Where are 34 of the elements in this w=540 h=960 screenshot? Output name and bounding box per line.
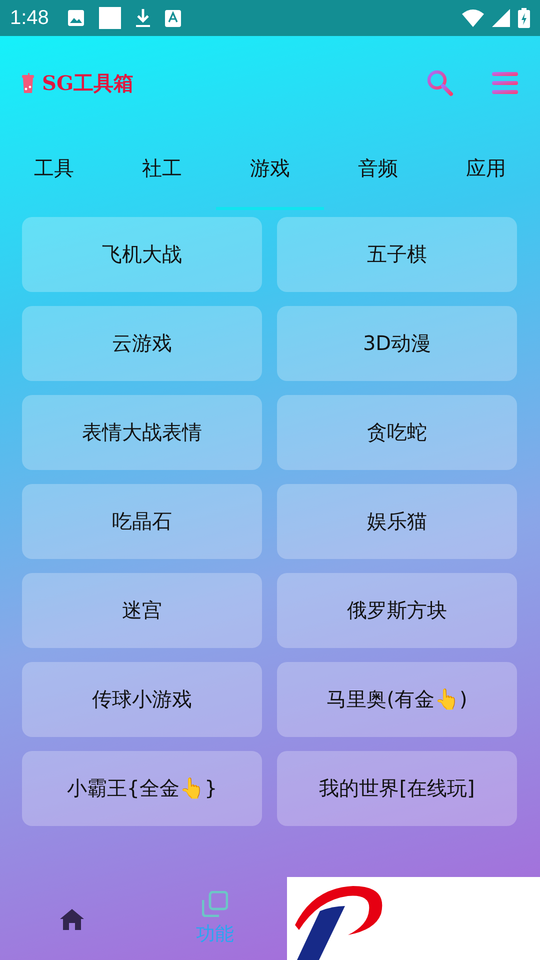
game-button[interactable]: 俄罗斯方块: [277, 573, 517, 648]
game-button[interactable]: 3D动漫: [277, 306, 517, 381]
cup-icon: [22, 73, 34, 93]
game-button[interactable]: 飞机大战: [22, 217, 262, 292]
battery-icon: [518, 8, 530, 28]
square-icon: [98, 7, 121, 29]
game-button[interactable]: 我的世界[在线玩]: [277, 751, 517, 826]
text-icon: [164, 10, 181, 26]
game-button[interactable]: 马里奥(有金👆): [277, 662, 517, 737]
signal-icon: [492, 9, 510, 27]
game-button[interactable]: 传球小游戏: [22, 662, 262, 737]
game-button[interactable]: 吃晶石: [22, 484, 262, 559]
game-button[interactable]: 小霸王{全金👆}: [22, 751, 262, 826]
tab[interactable]: 应用: [432, 130, 540, 210]
copy-icon: [202, 890, 228, 916]
nav-label: 功能: [196, 922, 234, 946]
menu-icon[interactable]: [492, 71, 518, 95]
app-title: SG工具箱: [42, 70, 134, 96]
home-icon: [60, 908, 84, 930]
game-button[interactable]: 贪吃蛇: [277, 395, 517, 470]
search-icon[interactable]: [426, 69, 454, 97]
tab[interactable]: 社工: [108, 130, 216, 210]
tab[interactable]: 工具: [0, 130, 108, 210]
tab[interactable]: 音频: [324, 130, 432, 210]
game-button[interactable]: 迷宫: [22, 573, 262, 648]
download-icon: [134, 8, 151, 28]
game-button[interactable]: 表情大战表情: [22, 395, 262, 470]
image-icon: [66, 9, 85, 27]
game-button[interactable]: 五子棋: [277, 217, 517, 292]
clock-time: 1:48: [10, 6, 49, 30]
game-button[interactable]: 云游戏: [22, 306, 262, 381]
tab[interactable]: 游戏: [216, 130, 324, 210]
wifi-icon: [462, 9, 484, 27]
game-button[interactable]: 娱乐猫: [277, 484, 517, 559]
